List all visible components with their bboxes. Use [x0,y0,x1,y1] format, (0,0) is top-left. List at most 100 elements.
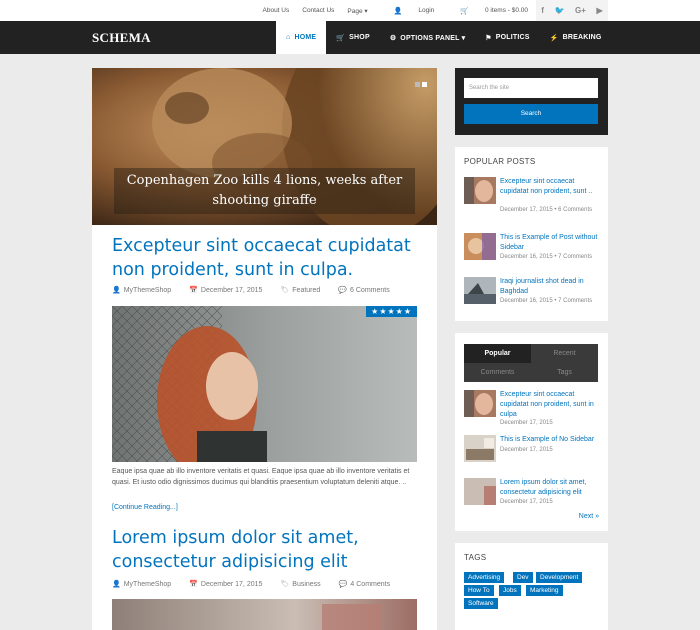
nav-options-panel[interactable]: ⚙ OPTIONS PANEL ▾ [380,21,475,54]
author-meta[interactable]: 👤 MyThemeShop [112,286,180,295]
tab-post-title[interactable]: Lorem ipsum dolor sit amet, consectetur … [500,478,600,498]
post-thumbnail[interactable] [464,435,496,462]
post-thumbnail[interactable] [464,233,496,260]
cart-icon: 🛒 [460,7,469,15]
post-thumbnail[interactable] [464,390,496,417]
post-category: Business [292,580,321,588]
tag-jobs[interactable]: Jobs [499,585,521,596]
cart-label: 0 items - $0.00 [485,7,528,14]
tag-dev[interactable]: Dev [513,572,533,583]
top-links: About Us Contact Us Page ▾ 👤 Login 🛒 0 ite… [250,0,529,21]
popular-post-title[interactable]: This is Example of Post without Sidebar [500,233,600,253]
post-comments: 4 Comments [350,580,391,588]
nav-politics-label: POLITICS [495,34,530,41]
comments-icon: 💬 [338,581,348,588]
post-thumbnail[interactable] [464,177,496,204]
comments-meta[interactable]: 💬 4 Comments [338,580,399,589]
tab-post-item[interactable]: Excepteur sint occaecat cupidatat non pr… [464,390,600,432]
popular-post-title[interactable]: Excepteur sint occaecat cupidatat non pr… [500,177,600,197]
read-more-link[interactable]: [Continue Reading...] [112,504,178,511]
nav-home-label: HOME [294,34,317,41]
tag-how-to[interactable]: How To [464,585,494,596]
post-date: December 17, 2015 [200,286,263,294]
about-link[interactable]: About Us [263,7,290,14]
nav-options-label: OPTIONS PANEL ▾ [400,34,466,42]
site-logo[interactable]: SCHEMA [92,30,151,46]
tag-advertising[interactable]: Advertising [464,572,505,583]
popular-post-item[interactable]: This is Example of Post without Sidebar … [464,233,600,275]
category-meta[interactable]: 🏷 Business [280,580,329,589]
tag-software[interactable]: Software [464,598,498,609]
twitter-icon[interactable]: 🐦 [555,6,565,15]
main-header: SCHEMA ⌂ HOME 🛒 SHOP ⚙ OPTIONS PANEL ▾ ⚑ POL… [0,21,700,54]
youtube-icon[interactable]: ▶ [597,6,603,15]
google-plus-icon[interactable]: G+ [575,6,586,15]
post-meta: 👤 MyThemeShop 📅 December 17, 2015 🏷 Feature… [112,286,408,295]
slider-dot[interactable] [415,82,420,87]
flag-icon: ⚑ [485,34,492,42]
tab-tags[interactable]: Tags [531,363,598,382]
nav-home[interactable]: ⌂ HOME [276,21,327,54]
tab-recent[interactable]: Recent [531,344,598,363]
search-input[interactable]: Search the site [464,78,598,98]
featured-slider[interactable]: Copenhagen Zoo kills 4 lions, weeks afte… [92,68,437,225]
nav-breaking-label: BREAKING [562,34,602,41]
tab-post-title[interactable]: Excepteur sint occaecat cupidatat non pr… [500,390,600,420]
contact-link[interactable]: Contact Us [302,7,334,14]
tag-marketing[interactable]: Marketing [526,585,563,596]
post-title[interactable]: Lorem ipsum dolor sit amet, consectetur … [112,526,412,574]
post-date: December 17, 2015 [200,580,263,588]
slider-caption[interactable]: Copenhagen Zoo kills 4 lions, weeks afte… [114,168,415,214]
post-photo [112,306,417,462]
comments-meta[interactable]: 💬 6 Comments [338,286,398,295]
tags-widget: TAGS Advertising Dev Development How To … [455,543,608,630]
post-category: Featured [292,286,321,294]
popular-post-meta: December 16, 2015 • 7 Comments [500,298,593,304]
tab-post-title[interactable]: This is Example of No Sidebar [500,435,600,445]
next-link[interactable]: Next » [579,513,599,520]
main-content: Copenhagen Zoo kills 4 lions, weeks afte… [92,68,437,630]
login-label: Login [418,7,435,14]
tab-post-date: December 17, 2015 [500,499,553,505]
post-thumbnail[interactable] [464,478,496,505]
author-name: MyThemeShop [123,580,172,588]
popular-posts-widget: POPULAR POSTS Excepteur sint occaecat cu… [455,147,608,321]
post-thumbnail[interactable] [464,277,496,304]
page-dropdown[interactable]: Page ▾ [347,7,367,15]
slider-dots[interactable] [413,82,427,87]
post-title[interactable]: Excepteur sint occaecat cupidatat non pr… [112,234,412,282]
tag-icon: 🏷 [280,287,290,294]
main-nav: ⌂ HOME 🛒 SHOP ⚙ OPTIONS PANEL ▾ ⚑ POLITICS ⚡… [276,21,612,54]
tabbed-widget: Popular Recent Comments Tags Excepteur s… [455,333,608,531]
tag-development[interactable]: Development [536,572,583,583]
nav-politics[interactable]: ⚑ POLITICS [475,21,539,54]
nav-breaking[interactable]: ⚡ BREAKING [540,21,612,54]
calendar-icon: 📅 [189,581,198,588]
popular-post-meta: December 17, 2015 • 6 Comments [500,207,593,213]
slider-dot-active[interactable] [422,82,427,87]
category-meta[interactable]: 🏷 Featured [280,286,329,295]
nav-shop-label: SHOP [349,34,370,41]
popular-post-item[interactable]: Excepteur sint occaecat cupidatat non pr… [464,177,600,219]
tab-post-item[interactable]: This is Example of No Sidebar December 1… [464,435,600,477]
rating-stars: ★★★★★ [366,306,417,317]
popular-post-item[interactable]: Iraqi journalist shot dead in Baghdad De… [464,277,600,319]
tab-popular[interactable]: Popular [464,344,531,363]
popular-post-meta: December 16, 2015 • 7 Comments [500,254,593,260]
cart-icon: 🛒 [336,34,346,42]
nav-shop[interactable]: 🛒 SHOP [326,21,380,54]
post-image[interactable]: ★★★★★ [112,306,417,462]
popular-post-title[interactable]: Iraqi journalist shot dead in Baghdad [500,277,600,297]
search-button[interactable]: Search [464,104,598,124]
facebook-icon[interactable]: f [541,6,544,15]
user-icon: 👤 [112,581,121,588]
bolt-icon: ⚡ [549,34,559,42]
post-excerpt: Eaque ipsa quae ab illo inventore verita… [112,468,410,486]
tab-comments[interactable]: Comments [464,363,531,382]
author-meta[interactable]: 👤 MyThemeShop [112,580,180,589]
gears-icon: ⚙ [389,34,397,42]
widget-title: POPULAR POSTS [464,157,536,166]
post-image[interactable] [112,599,417,630]
login-link[interactable]: 👤 Login [381,7,435,15]
cart-link[interactable]: 🛒 0 items - $0.00 [447,7,528,15]
